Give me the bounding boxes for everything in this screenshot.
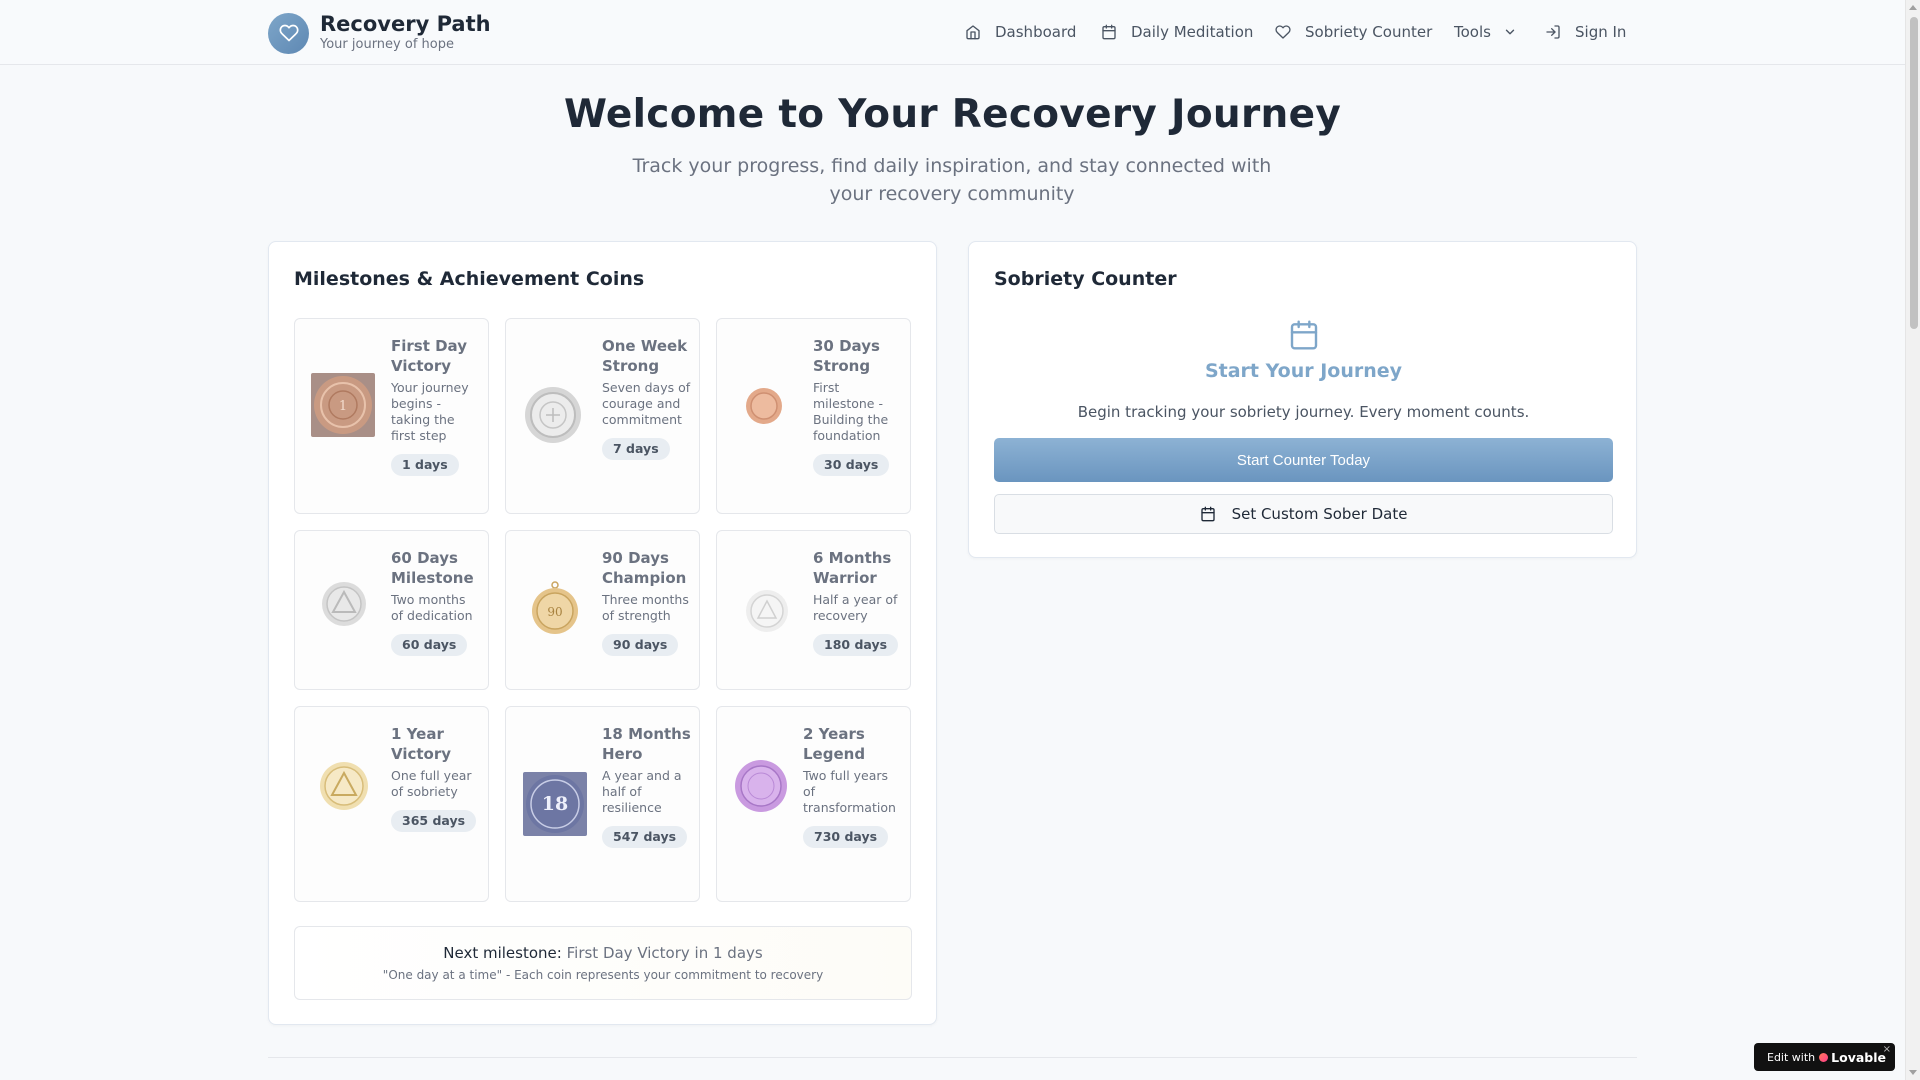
nav-sobriety-counter[interactable]: Sobriety Counter: [1275, 21, 1432, 43]
next-milestone-value: First Day Victory in 1 days: [566, 944, 763, 962]
nav-tools-label: Tools: [1454, 23, 1491, 41]
coin-days-badge: 547 days: [602, 826, 688, 848]
sobriety-counter-card: Sobriety Counter Start Your Journey Begi…: [968, 241, 1637, 558]
brand-title: Recovery Path: [320, 12, 491, 36]
coin-name: 6 Months Warrior: [813, 549, 892, 587]
coin-description: Two months of dedication: [391, 592, 473, 623]
coin-name: 90 Days Champion: [602, 549, 687, 587]
gold-medal-coin-icon: 90: [532, 581, 578, 634]
coin-card-6-months-warrior[interactable]: 6 Months Warrior Half a year of recovery…: [716, 530, 911, 690]
heart-icon: [1275, 25, 1291, 39]
page-title: Welcome to Your Recovery Journey: [563, 92, 1342, 137]
coin-name: 18 Months Hero: [602, 725, 691, 763]
nav-sobriety-counter-label: Sobriety Counter: [1305, 23, 1433, 41]
close-icon[interactable]: ×: [1883, 1044, 1891, 1055]
scrollbar-thumb[interactable]: [1910, 17, 1918, 329]
coin-name: First Day Victory: [391, 337, 467, 375]
top-navigation-bar: Recovery Path Your journey of hope Dashb…: [0, 0, 1905, 65]
coin-name: One Week Strong: [602, 337, 688, 375]
coin-name: 2 Years Legend: [803, 725, 866, 763]
coin-card-60-days-milestone[interactable]: 60 Days Milestone Two months of dedicati…: [294, 530, 489, 690]
calendar-icon: [1200, 506, 1215, 522]
milestone-quote: "One day at a time" - Each coin represen…: [382, 968, 824, 982]
lovable-brand: Lovable: [1819, 1050, 1886, 1065]
next-milestone-box: Next milestone: First Day Victory in 1 d…: [294, 926, 912, 1000]
milestones-card: Milestones & Achievement Coins 1 First D…: [268, 241, 937, 1025]
silver-triangle-coin-icon: [322, 582, 366, 626]
chevron-down-icon: [1505, 29, 1515, 35]
set-custom-sober-date-button[interactable]: Set Custom Sober Date: [994, 494, 1613, 534]
nav-daily-meditation[interactable]: Daily Meditation: [1101, 21, 1253, 43]
coin-description: First milestone - Building the foundatio…: [813, 380, 889, 443]
scroll-down-arrow-icon[interactable]: [1909, 1070, 1917, 1075]
gold-triangle-coin-icon: [320, 762, 368, 810]
nav-dashboard-label: Dashboard: [995, 23, 1077, 41]
nav-sign-in-label: Sign In: [1575, 23, 1627, 41]
coin-description: One full year of sobriety: [391, 768, 472, 799]
coin-name: 60 Days Milestone: [391, 549, 474, 587]
lovable-heart-icon: [1819, 1052, 1829, 1062]
start-counter-button[interactable]: Start Counter Today: [994, 438, 1613, 482]
purple-coin-icon: [735, 760, 787, 812]
coin-days-badge: 60 days: [391, 634, 468, 656]
coin-name: 30 Days Strong: [813, 337, 880, 375]
copper-coin-icon: [746, 388, 782, 424]
bronze-coin-icon: 1: [311, 373, 375, 437]
coin-card-90-days-champion[interactable]: 90 90 Days Champion Three months of stre…: [505, 530, 700, 690]
heart-logo-icon: [268, 12, 309, 54]
calendar-icon: [1290, 320, 1318, 350]
coin-description: Two full years of transformation: [803, 768, 896, 815]
coin-days-badge: 180 days: [813, 634, 899, 656]
nav-sign-in[interactable]: Sign In: [1545, 21, 1626, 43]
home-icon: [966, 25, 980, 40]
nav-daily-meditation-label: Daily Meditation: [1131, 23, 1254, 41]
start-journey-heading: Start Your Journey: [1204, 360, 1403, 382]
coin-card-1-year-victory[interactable]: 1 Year Victory One full year of sobriety…: [294, 706, 489, 902]
sobriety-counter-title: Sobriety Counter: [994, 268, 1177, 290]
scroll-up-arrow-icon[interactable]: [1909, 5, 1917, 10]
nav-dashboard[interactable]: Dashboard: [965, 21, 1076, 43]
coin-card-30-days-strong[interactable]: 30 Days Strong First milestone - Buildin…: [716, 318, 911, 514]
coin-description: Half a year of recovery: [813, 592, 898, 623]
silver-coin-icon: [525, 387, 581, 443]
coin-card-first-day-victory[interactable]: 1 First Day Victory Your journey begins …: [294, 318, 489, 514]
coin-card-18-months-hero[interactable]: 18 18 Months Hero A year and a half of r…: [505, 706, 700, 902]
blue-18-months-coin-icon: 18: [523, 772, 587, 836]
coin-description: A year and a half of resilience: [602, 768, 682, 815]
lovable-brand-label: Lovable: [1831, 1049, 1886, 1065]
log-in-icon: [1546, 25, 1560, 39]
brand[interactable]: Recovery Path Your journey of hope: [268, 12, 491, 54]
milestones-title: Milestones & Achievement Coins: [294, 268, 645, 290]
coin-card-2-years-legend[interactable]: 2 Years Legend Two full years of transfo…: [716, 706, 911, 902]
coin-days-badge: 730 days: [803, 826, 889, 848]
coin-days-badge: 7 days: [602, 438, 670, 460]
pale-silver-coin-icon: [746, 590, 788, 632]
coin-description: Seven days of courage and commitment: [602, 380, 691, 427]
coin-name: 1 Year Victory: [391, 725, 452, 763]
coin-days-badge: 1 days: [391, 454, 459, 476]
start-journey-description: Begin tracking your sobriety journey. Ev…: [1077, 403, 1530, 421]
svg-text:90: 90: [547, 605, 562, 619]
nav-tools-dropdown[interactable]: Tools: [1454, 21, 1517, 43]
brand-subtitle: Your journey of hope: [320, 37, 454, 52]
coin-days-badge: 90 days: [602, 634, 679, 656]
page-scrollbar[interactable]: [1905, 0, 1920, 1080]
coin-card-one-week-strong[interactable]: One Week Strong Seven days of courage an…: [505, 318, 700, 514]
set-custom-sober-date-label: Set Custom Sober Date: [1231, 505, 1408, 523]
lovable-prefix: Edit with: [1767, 1050, 1816, 1064]
edit-with-lovable-badge[interactable]: Edit with Lovable ×: [1754, 1043, 1895, 1071]
footer-divider: [268, 1057, 1637, 1058]
page-subtitle: Track your progress, find daily inspirat…: [632, 155, 1272, 205]
next-milestone-label: Next milestone:: [443, 944, 562, 962]
svg-text:18: 18: [542, 793, 568, 815]
coin-days-badge: 30 days: [813, 454, 890, 476]
coin-description: Your journey begins - taking the first s…: [391, 380, 469, 443]
svg-text:1: 1: [339, 399, 347, 414]
calendar-icon: [1102, 24, 1116, 40]
coin-description: Three months of strength: [602, 592, 689, 623]
coin-days-badge: 365 days: [391, 810, 477, 832]
